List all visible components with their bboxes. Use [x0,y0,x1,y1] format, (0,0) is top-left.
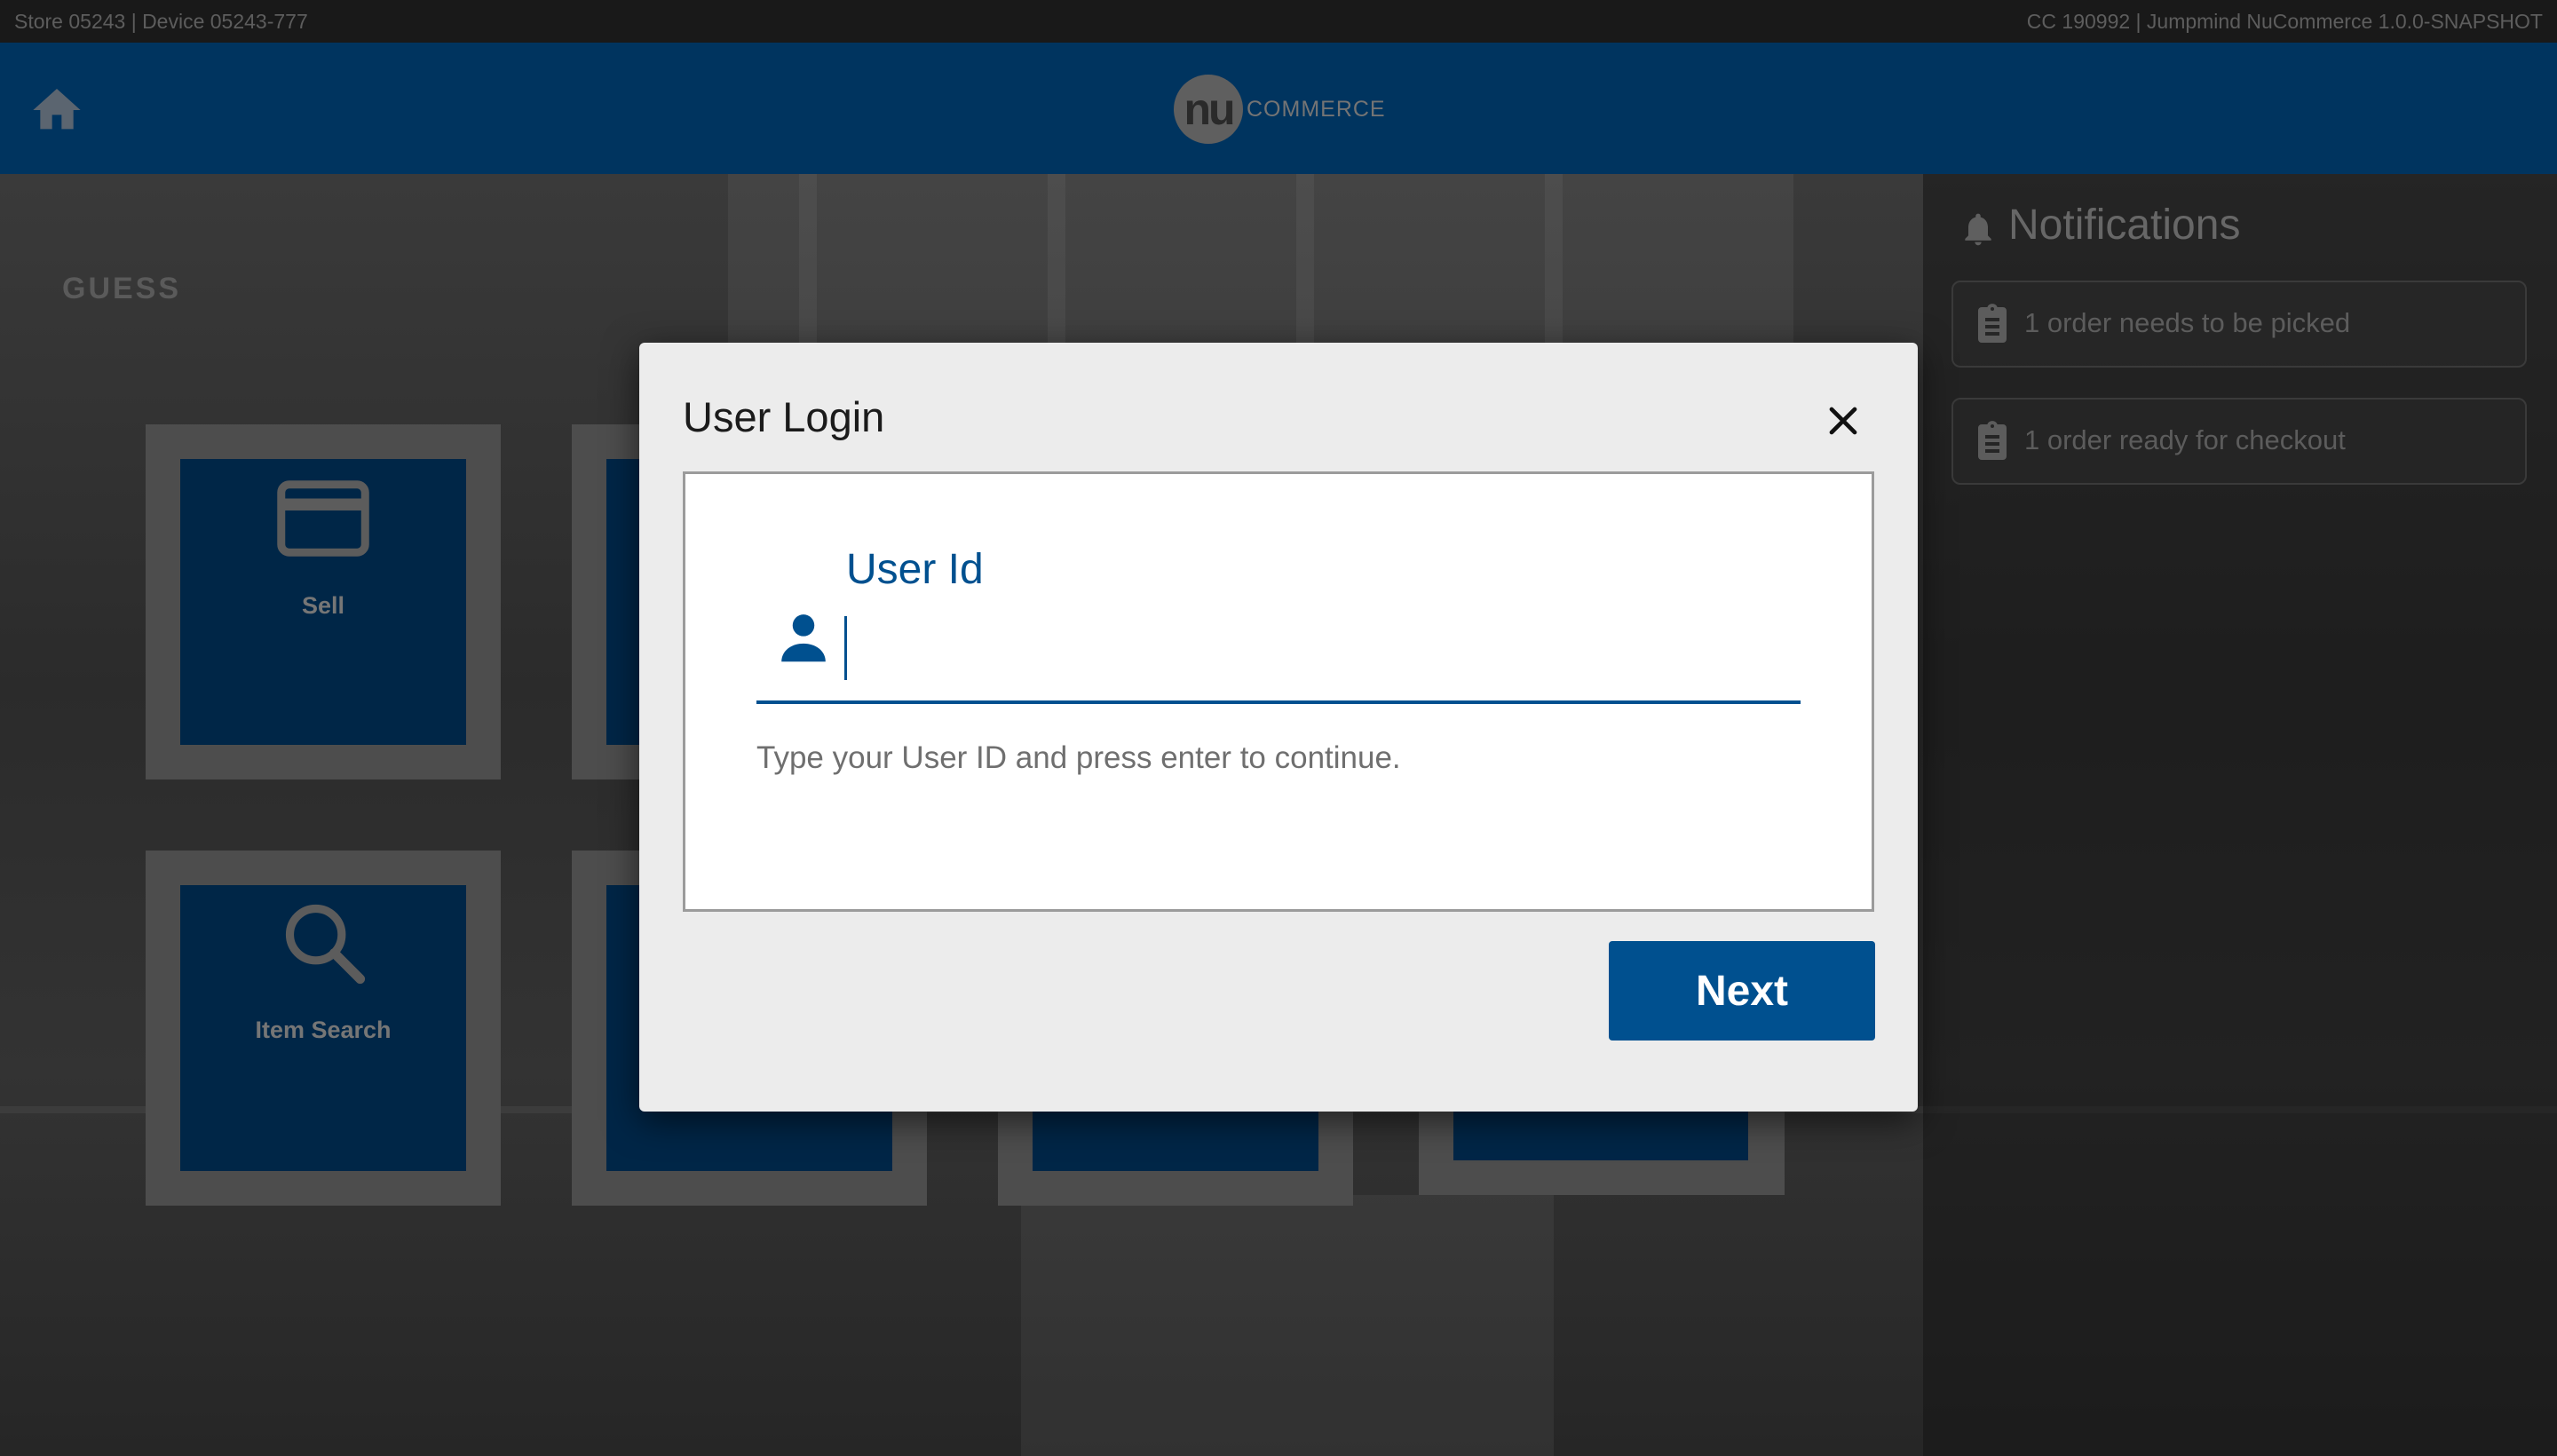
sell-tile-label: Sell [301,592,345,619]
clipboard-icon [1978,304,2007,343]
notification-text: 1 order needs to be picked [2024,307,2351,338]
credit-card-icon [277,480,369,557]
logo-text: COMMERCE [1247,96,1386,122]
close-icon [1829,407,1857,435]
item-search-tile[interactable]: Item Search [180,885,466,1171]
close-button[interactable] [1820,398,1866,444]
user-login-dialog: User Login User Id Type your User ID and… [639,343,1918,1112]
bell-icon [1965,213,1991,246]
notifications-title: Notifications [2008,202,2241,249]
person-icon [781,614,826,662]
notification-item[interactable]: 1 order ready for checkout [1951,398,2527,485]
notification-item[interactable]: 1 order needs to be picked [1951,281,2527,368]
clipboard-icon [1978,421,2007,460]
user-id-hint: Type your User ID and press enter to con… [756,740,1401,775]
logo: nu COMMERCE [1174,69,1386,149]
home-icon [33,89,81,130]
store-device-info: Store 05243 | Device 05243-777 [14,10,308,33]
text-cursor [844,616,847,680]
home-button[interactable] [27,82,87,138]
input-underline [756,700,1801,704]
user-id-label: User Id [846,546,984,593]
next-button[interactable]: Next [1609,941,1875,1041]
app-header: nu COMMERCE [0,43,2557,174]
notifications-panel: Notifications 1 order needs to be picked… [1923,174,2557,1456]
store-sign: GUESS [62,272,182,305]
login-form: User Id Type your User ID and press ente… [683,471,1874,912]
version-info: CC 190992 | Jumpmind NuCommerce 1.0.0-SN… [2026,10,2543,33]
sell-tile[interactable]: Sell [180,459,466,745]
item-search-tile-label: Item Search [255,1017,392,1043]
search-icon [285,904,366,985]
tile-frame-sell: Sell [146,424,501,779]
status-bar: Store 05243 | Device 05243-777 CC 190992… [0,0,2557,43]
dialog-title: User Login [683,393,885,440]
user-id-input[interactable] [844,616,1736,680]
logo-mark: nu [1174,75,1243,144]
tile-frame-item-search: Item Search [146,851,501,1206]
notification-text: 1 order ready for checkout [2024,424,2346,455]
